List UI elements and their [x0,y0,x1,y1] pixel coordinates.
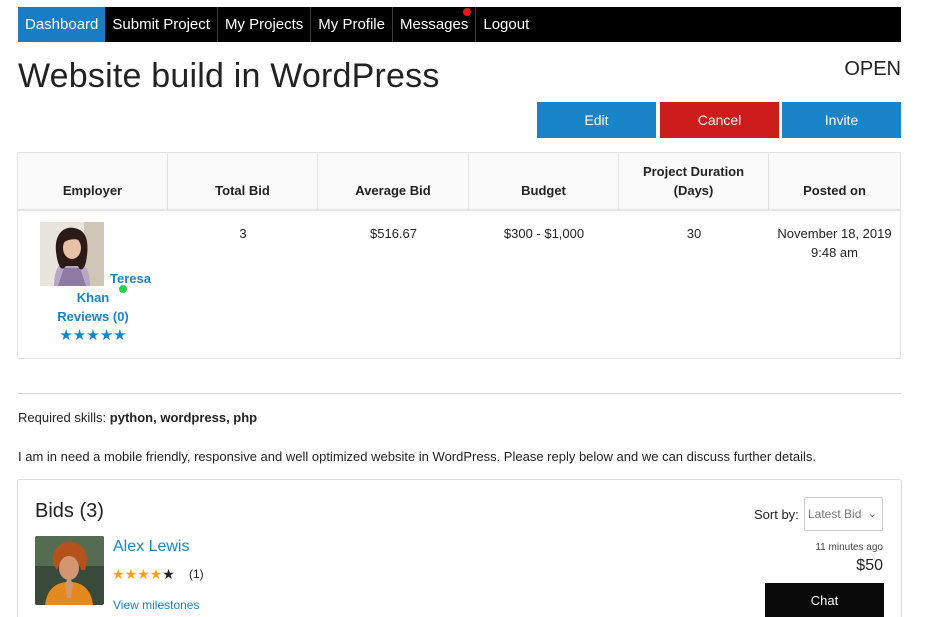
project-description: I am in need a mobile friendly, responsi… [18,449,816,464]
nav-my-projects[interactable]: My Projects [218,7,312,42]
average-bid-cell: $516.67 [370,226,417,241]
employer-first-name[interactable]: Teresa [110,271,151,286]
header-total-bid: Total Bid [168,153,318,209]
employer-reviews-link[interactable]: Reviews (0) [18,309,168,324]
header-employer: Employer [18,153,168,209]
bidder-rating-count: (1) [189,567,204,581]
view-milestones-link[interactable]: View milestones [113,598,199,612]
table-header: Employer Total Bid Average Bid Budget Pr… [18,153,900,211]
posted-on-cell: November 18, 2019 9:48 am [769,211,900,358]
notification-dot [463,8,472,16]
employer-last-name[interactable]: Khan [18,290,168,305]
chat-button[interactable]: Chat [765,583,884,617]
skills-values: python, wordpress, php [109,410,258,425]
bidder-rating-stars: ★★★★★ [112,566,175,583]
project-status: OPEN [844,58,901,80]
project-details-table: Employer Total Bid Average Bid Budget Pr… [17,152,901,359]
nav-logout[interactable]: Logout [476,7,536,42]
posted-date: November 18, 2019 [777,226,892,241]
star-empty-icon: ★ [162,566,175,582]
bid-timestamp: 11 minutes ago [815,542,883,553]
cancel-button[interactable]: Cancel [660,102,779,138]
bidder-name[interactable]: Alex Lewis [113,538,189,556]
top-nav: Dashboard Submit Project My Projects My … [18,7,901,42]
header-budget: Budget [469,153,619,209]
duration-cell: 30 [686,226,702,241]
nav-messages-label: Messages [399,16,469,33]
section-divider [18,393,901,394]
budget-cell: $300 - $1,000 [503,226,585,241]
star-icon: ★ [137,566,150,582]
star-icon: ★ [112,566,125,582]
total-bid-cell: 3 [239,226,247,241]
page-title: Website build in WordPress [18,57,440,95]
nav-submit-project[interactable]: Submit Project [105,7,218,42]
header-duration: Project Duration (Days) [619,153,769,209]
nav-my-profile[interactable]: My Profile [311,7,393,42]
invite-button[interactable]: Invite [782,102,901,138]
employer-rating-stars: ★★★★★ [59,327,127,344]
nav-messages[interactable]: Messages [393,7,477,42]
header-duration-label: Project Duration (Days) [642,164,745,198]
posted-time: 9:48 am [811,245,858,260]
chevron-down-icon: ⌄ [867,508,877,520]
bid-amount: $50 [856,557,883,574]
bids-panel: Bids (3) Sort by: Latest Bid ⌄ Alex Lewi… [17,479,902,617]
header-posted-on: Posted on [803,183,866,198]
skills-label: Required skills: [18,410,107,425]
sort-label: Sort by: [754,507,799,522]
edit-button[interactable]: Edit [537,102,656,138]
sort-select-value: Latest Bid [808,507,862,521]
star-icon: ★ [149,566,163,582]
nav-dashboard[interactable]: Dashboard [18,7,106,42]
bidder-avatar[interactable] [35,536,104,605]
bids-title: Bids (3) [35,500,104,522]
header-average-bid: Average Bid [318,153,469,209]
required-skills: Required skills: python, wordpress, php [18,410,257,425]
star-icon: ★ [124,566,138,582]
employer-avatar[interactable] [40,222,104,286]
sort-select[interactable]: Latest Bid ⌄ [804,497,883,531]
